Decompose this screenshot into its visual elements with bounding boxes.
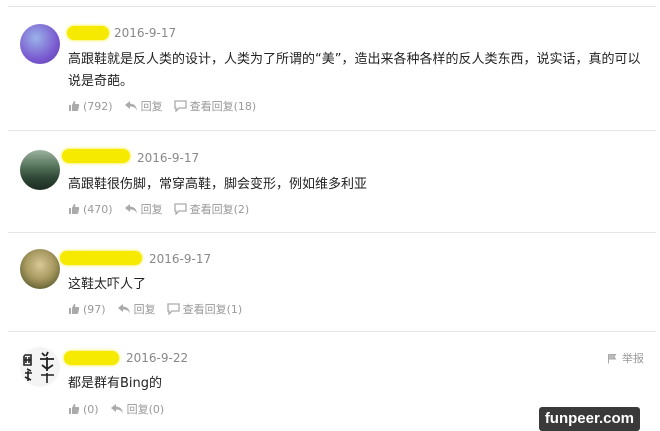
- avatar[interactable]: [20, 347, 60, 387]
- like-count: (792): [83, 99, 113, 113]
- like-count: (470): [83, 202, 113, 216]
- username-redacted[interactable]: [67, 26, 109, 40]
- comment-date: 2016-9-17: [114, 26, 177, 40]
- report-button[interactable]: 举报: [607, 350, 644, 366]
- username-redacted[interactable]: [62, 149, 130, 163]
- comment-actions: (792) 回复 查看回复(18): [68, 98, 267, 114]
- reply-button[interactable]: 回复: [124, 201, 163, 217]
- view-replies-label: 查看回复(18): [189, 100, 257, 113]
- like-button[interactable]: (792): [68, 100, 113, 113]
- reply-label: 回复(0): [126, 403, 165, 416]
- reply-icon: [110, 404, 123, 414]
- reply-button[interactable]: 回复(0): [110, 401, 165, 417]
- thumbs-up-icon: [69, 204, 80, 214]
- divider: [8, 6, 656, 7]
- comment-text: 这鞋太吓人了: [68, 277, 147, 292]
- comment-text: 都是群有Bing的: [68, 376, 163, 391]
- like-count: (0): [83, 402, 99, 416]
- reply-label: 回复: [140, 100, 163, 113]
- avatar[interactable]: [20, 249, 60, 289]
- reply-button[interactable]: 回复: [124, 98, 163, 114]
- flag-icon: [608, 353, 617, 363]
- thumbs-up-icon: [69, 304, 80, 314]
- divider: [8, 232, 656, 233]
- reply-icon: [124, 204, 137, 214]
- divider: [8, 331, 656, 332]
- comment-date: 2016-9-17: [149, 252, 212, 266]
- avatar[interactable]: [20, 150, 60, 190]
- reply-icon: [124, 101, 137, 111]
- calligraphy-avatar-image: [23, 351, 54, 383]
- comment-bubble-icon: [173, 100, 187, 112]
- reply-icon: [117, 304, 130, 314]
- like-button[interactable]: (97): [68, 303, 106, 316]
- thumbs-up-icon: [69, 101, 80, 111]
- watermark: funpeer.com: [538, 407, 640, 431]
- comment-date: 2016-9-17: [137, 151, 200, 165]
- like-button[interactable]: (470): [68, 203, 113, 216]
- comment-date: 2016-9-22: [126, 351, 189, 365]
- reply-label: 回复: [140, 203, 163, 216]
- view-replies-label: 查看回复(2): [189, 203, 250, 216]
- thumbs-up-icon: [69, 404, 80, 414]
- reply-button[interactable]: 回复: [117, 301, 156, 317]
- comment-text: 高跟鞋很伤脚，常穿高鞋，脚会变形，例如维多利亚: [68, 177, 368, 192]
- comment-actions: (470) 回复 查看回复(2): [68, 201, 260, 217]
- comment-bubble-icon: [166, 303, 180, 315]
- view-replies-button[interactable]: 查看回复(18): [173, 98, 257, 114]
- view-replies-button[interactable]: 查看回复(1): [166, 301, 243, 317]
- like-count: (97): [83, 302, 106, 316]
- divider: [8, 130, 656, 131]
- comment-actions: (0) 回复(0): [68, 401, 175, 417]
- username-redacted[interactable]: [64, 351, 119, 365]
- view-replies-label: 查看回复(1): [182, 303, 243, 316]
- comment-bubble-icon: [173, 203, 187, 215]
- like-button[interactable]: (0): [68, 403, 99, 416]
- comment-actions: (97) 回复 查看回复(1): [68, 301, 253, 317]
- reply-label: 回复: [133, 303, 156, 316]
- username-redacted[interactable]: [60, 251, 142, 265]
- report-label: 举报: [622, 352, 644, 365]
- view-replies-button[interactable]: 查看回复(2): [173, 201, 250, 217]
- comment-text: 高跟鞋就是反人类的设计，人类为了所谓的“美”，造出来各种各样的反人类东西，说实话…: [68, 52, 641, 89]
- avatar[interactable]: [20, 24, 60, 64]
